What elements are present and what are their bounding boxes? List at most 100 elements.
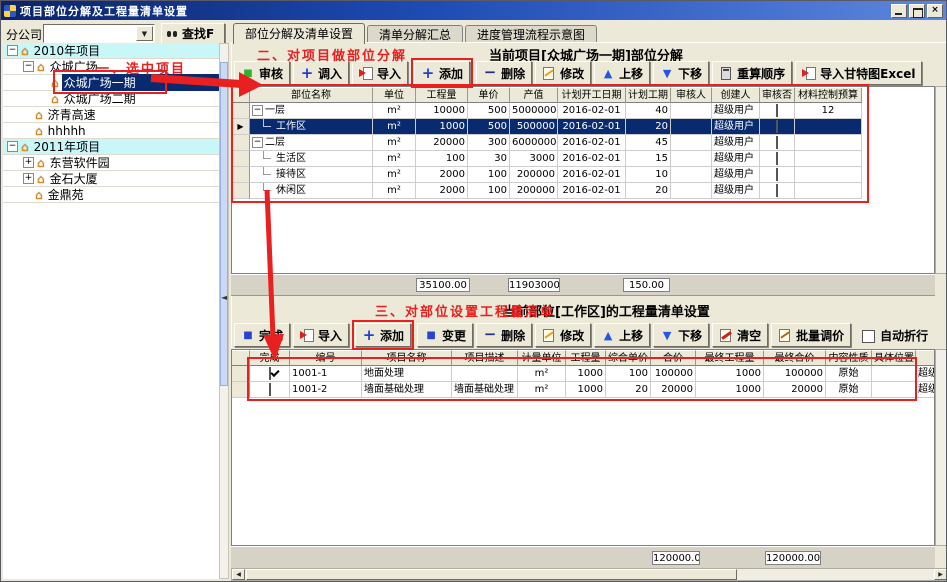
- clear-button[interactable]: 清空: [712, 323, 768, 347]
- cell-name[interactable]: 墙面基础处理: [362, 382, 452, 398]
- maximize-button[interactable]: [909, 4, 925, 18]
- cell-fqty[interactable]: 1000: [696, 366, 764, 382]
- cell-days[interactable]: 15: [626, 151, 671, 167]
- cell-qty[interactable]: 1000: [416, 119, 468, 135]
- checkbox-unchecked-icon[interactable]: [269, 383, 271, 396]
- minimize-button[interactable]: [891, 4, 907, 18]
- expand-icon[interactable]: +: [23, 173, 34, 184]
- cell-name[interactable]: 接待区: [250, 167, 373, 183]
- recalc-order-button[interactable]: 重算顺序: [712, 61, 792, 85]
- cell-start[interactable]: 2016-02-01: [558, 103, 626, 119]
- cell-qty[interactable]: 100: [416, 151, 468, 167]
- cell-desc[interactable]: 墙面基础处理: [452, 382, 518, 398]
- cell-start[interactable]: 2016-02-01: [558, 119, 626, 135]
- cell-budget[interactable]: [795, 151, 862, 167]
- cell-days[interactable]: 10: [626, 167, 671, 183]
- cell-done[interactable]: [250, 366, 290, 382]
- cell-output[interactable]: 200000: [510, 183, 558, 199]
- cell-code[interactable]: 1001-1: [290, 366, 362, 382]
- checkbox-unchecked-icon[interactable]: [776, 136, 778, 149]
- cell-price[interactable]: 100: [468, 167, 510, 183]
- cell-unit[interactable]: m²: [373, 135, 416, 151]
- cell-name[interactable]: 工作区: [250, 119, 373, 135]
- cell-creator[interactable]: 超级用户: [712, 167, 760, 183]
- import-button[interactable]: 导入: [293, 323, 349, 347]
- cell-auditor[interactable]: [671, 167, 712, 183]
- cell-budget[interactable]: [795, 183, 862, 199]
- checkbox-unchecked-icon[interactable]: [776, 152, 778, 165]
- tree-item[interactable]: −⌂2010年项目: [3, 43, 219, 59]
- collapse-icon[interactable]: −: [7, 141, 18, 152]
- tree-item[interactable]: ⌂金鼎苑: [3, 187, 219, 203]
- cell-auditor[interactable]: [671, 135, 712, 151]
- boq-grid-hscrollbar[interactable]: ◀ ▶: [231, 568, 947, 581]
- find-button[interactable]: 查找F: [161, 23, 225, 44]
- cell-code[interactable]: 1001-2: [290, 382, 362, 398]
- cell-output[interactable]: 200000: [510, 167, 558, 183]
- cell-creator[interactable]: 超级用户: [712, 151, 760, 167]
- autowrap-checkbox[interactable]: 自动折行: [862, 327, 928, 344]
- move-down-button[interactable]: ▼下移: [653, 61, 709, 85]
- cell-approved[interactable]: [760, 183, 795, 199]
- cell-budget[interactable]: [795, 119, 862, 135]
- cell-unit[interactable]: m²: [373, 151, 416, 167]
- cell-price[interactable]: 500: [468, 103, 510, 119]
- cell-price[interactable]: 30: [468, 151, 510, 167]
- cell-days[interactable]: 20: [626, 183, 671, 199]
- cell-budget[interactable]: 12: [795, 103, 862, 119]
- cell-nature[interactable]: 原始: [826, 366, 872, 382]
- table-row[interactable]: 1001-2墙面基础处理墙面基础处理m²10002020000100020000…: [232, 382, 935, 398]
- cell-start[interactable]: 2016-02-01: [558, 183, 626, 199]
- cell-qty[interactable]: 10000: [416, 103, 468, 119]
- cell-name[interactable]: 地面处理: [362, 366, 452, 382]
- cell-unit[interactable]: m²: [373, 119, 416, 135]
- cell-qty[interactable]: 1000: [566, 382, 606, 398]
- cell-unit[interactable]: m²: [518, 366, 566, 382]
- cell-creator[interactable]: 超级用户: [916, 382, 935, 398]
- import-button[interactable]: 导入: [352, 61, 408, 85]
- cell-fqty[interactable]: 1000: [696, 382, 764, 398]
- cell-unit[interactable]: m²: [373, 167, 416, 183]
- cell-ftotal[interactable]: 20000: [764, 382, 826, 398]
- tree-item[interactable]: −⌂2011年项目: [3, 139, 219, 155]
- checkbox-unchecked-icon[interactable]: [776, 184, 778, 197]
- tree-item[interactable]: ⌂济青高速: [3, 107, 219, 123]
- cell-creator[interactable]: 超级用户: [916, 366, 935, 382]
- tree-scrollbar-thumb[interactable]: [220, 62, 228, 386]
- cell-auditor[interactable]: [671, 103, 712, 119]
- cell-qty[interactable]: 20000: [416, 135, 468, 151]
- cell-days[interactable]: 40: [626, 103, 671, 119]
- table-row[interactable]: 接待区m²20001002000002016-02-0110超级用户: [232, 167, 934, 183]
- table-row[interactable]: 1001-1地面处理m²10001001000001000100000原始超级用…: [232, 366, 935, 382]
- cell-unit[interactable]: m²: [373, 183, 416, 199]
- cell-qty[interactable]: 2000: [416, 183, 468, 199]
- dropdown-arrow-icon[interactable]: ▼: [136, 26, 153, 41]
- cell-total[interactable]: 20000: [651, 382, 696, 398]
- scroll-right-icon[interactable]: ▶: [934, 569, 947, 580]
- cell-approved[interactable]: [760, 151, 795, 167]
- batch-price-button[interactable]: 批量调价: [771, 323, 851, 347]
- cell-start[interactable]: 2016-02-01: [558, 151, 626, 167]
- cell-nature[interactable]: 原始: [826, 382, 872, 398]
- cell-done[interactable]: [250, 382, 290, 398]
- collapse-icon[interactable]: −: [252, 105, 263, 116]
- delete-button[interactable]: −删除: [476, 61, 532, 85]
- cell-loc[interactable]: [872, 366, 916, 382]
- cell-days[interactable]: 45: [626, 135, 671, 151]
- table-row[interactable]: −二层m²2000030060000002016-02-0145超级用户: [232, 135, 934, 151]
- cell-output[interactable]: 500000: [510, 119, 558, 135]
- tree-item[interactable]: ⌂hhhhh: [3, 123, 219, 139]
- move-up-button[interactable]: ▲上移: [594, 61, 650, 85]
- close-button[interactable]: ×: [927, 4, 943, 18]
- audit-button[interactable]: ■审核: [234, 61, 290, 85]
- cell-approved[interactable]: [760, 167, 795, 183]
- cell-approved[interactable]: [760, 103, 795, 119]
- cell-name[interactable]: 生活区: [250, 151, 373, 167]
- cell-price[interactable]: 300: [468, 135, 510, 151]
- cell-budget[interactable]: [795, 167, 862, 183]
- import-gantt-excel-button[interactable]: 导入甘特图Excel: [795, 61, 922, 85]
- collapse-icon[interactable]: −: [23, 61, 34, 72]
- finish-button[interactable]: ■完成: [234, 323, 290, 347]
- cell-total[interactable]: 100000: [651, 366, 696, 382]
- move-down-button[interactable]: ▼下移: [653, 323, 709, 347]
